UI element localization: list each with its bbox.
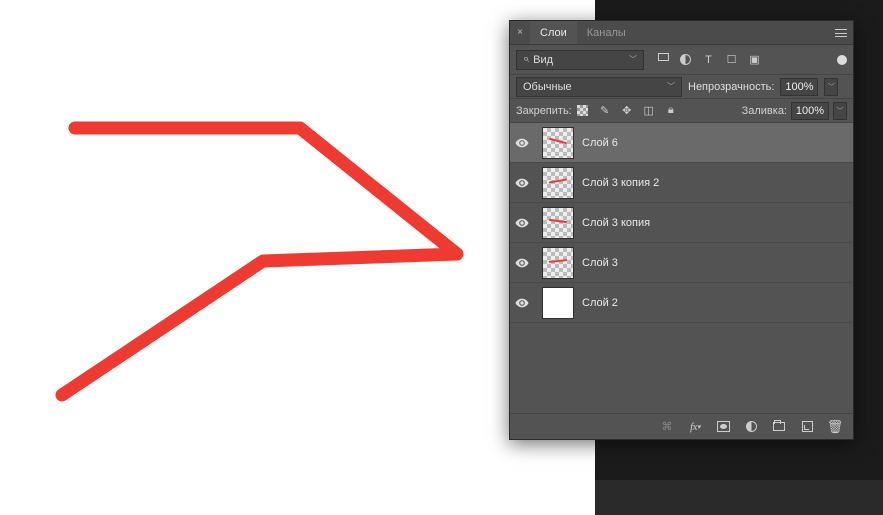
layer-name: Слой 3	[582, 257, 618, 269]
filter-type-icons: T ☐ ▣	[658, 53, 761, 66]
layer-name: Слой 3 копия	[582, 217, 650, 229]
tab-layers[interactable]: Слои	[530, 21, 577, 44]
layer-row[interactable]: Слой 3 копия 2	[510, 163, 853, 203]
filter-pixel-icon[interactable]	[658, 53, 669, 61]
lock-artboard-icon[interactable]: ◫	[642, 104, 656, 118]
visibility-eye-icon[interactable]	[510, 256, 534, 270]
layers-panel: × Слои Каналы ⌕ Вид ﹀ T ☐ ▣ Обычные ﹀ Не…	[509, 20, 854, 440]
filter-kind-dropdown[interactable]: ⌕ Вид ﹀	[516, 50, 644, 70]
visibility-eye-icon[interactable]	[510, 136, 534, 150]
layer-name: Слой 3 копия 2	[582, 177, 659, 189]
filter-adjust-icon[interactable]	[679, 53, 692, 66]
layer-row[interactable]: Слой 3 копия	[510, 203, 853, 243]
chevron-down-icon: ﹀	[629, 54, 637, 65]
delete-layer-icon[interactable]: 🗑︎	[827, 419, 843, 435]
fill-label: Заливка:	[742, 105, 787, 117]
lock-all-icon[interactable]: 🔒︎	[664, 104, 678, 118]
layer-thumbnail[interactable]	[542, 127, 574, 159]
filter-smart-icon[interactable]: ▣	[748, 53, 761, 66]
adjustment-layer-icon[interactable]	[743, 419, 759, 435]
visibility-eye-icon[interactable]	[510, 216, 534, 230]
close-icon[interactable]: ×	[510, 27, 530, 38]
filter-off-toggle[interactable]	[837, 55, 847, 65]
tab-channels[interactable]: Каналы	[577, 21, 636, 44]
filter-shape-icon[interactable]: ☐	[725, 53, 738, 66]
layer-name: Слой 2	[582, 297, 618, 309]
fill-value[interactable]: 100%	[791, 102, 829, 120]
lock-label: Закрепить:	[516, 105, 572, 117]
opacity-label: Непрозрачность:	[688, 81, 774, 93]
layer-thumbnail[interactable]	[542, 207, 574, 239]
layer-thumbnail[interactable]	[542, 247, 574, 279]
layer-thumbnail[interactable]	[542, 167, 574, 199]
visibility-eye-icon[interactable]	[510, 176, 534, 190]
lock-position-icon[interactable]: ✥	[620, 104, 634, 118]
fill-chevron-icon[interactable]: ﹀	[833, 102, 847, 120]
opacity-chevron-icon[interactable]: ﹀	[824, 78, 838, 96]
document-canvas[interactable]	[0, 0, 595, 515]
chevron-down-icon: ﹀	[667, 81, 675, 92]
panel-menu-icon[interactable]	[829, 29, 853, 37]
search-icon: ⌕	[523, 53, 529, 66]
opacity-value[interactable]: 100%	[780, 78, 818, 96]
layer-mask-icon[interactable]	[715, 419, 731, 435]
link-layers-icon[interactable]: ⌘	[659, 419, 675, 435]
layers-list: Слой 6 Слой 3 копия 2 Слой 3 копия Слой 3 Сл…	[510, 123, 853, 413]
lock-brush-icon[interactable]: ✎	[598, 104, 612, 118]
layer-row[interactable]: Слой 2	[510, 283, 853, 323]
new-layer-icon[interactable]	[799, 419, 815, 435]
layer-row[interactable]: Слой 6	[510, 123, 853, 163]
layer-thumbnail[interactable]	[542, 287, 574, 319]
lock-pixels-icon[interactable]	[576, 104, 590, 118]
visibility-eye-icon[interactable]	[510, 296, 534, 310]
blend-mode-dropdown[interactable]: Обычные ﹀	[516, 77, 682, 97]
layer-fx-icon[interactable]: fx▾	[687, 419, 703, 435]
filter-type-icon[interactable]: T	[702, 53, 715, 66]
layer-name: Слой 6	[582, 137, 618, 149]
artwork-shape	[0, 0, 595, 515]
layer-row[interactable]: Слой 3	[510, 243, 853, 283]
new-group-icon[interactable]	[771, 419, 787, 435]
